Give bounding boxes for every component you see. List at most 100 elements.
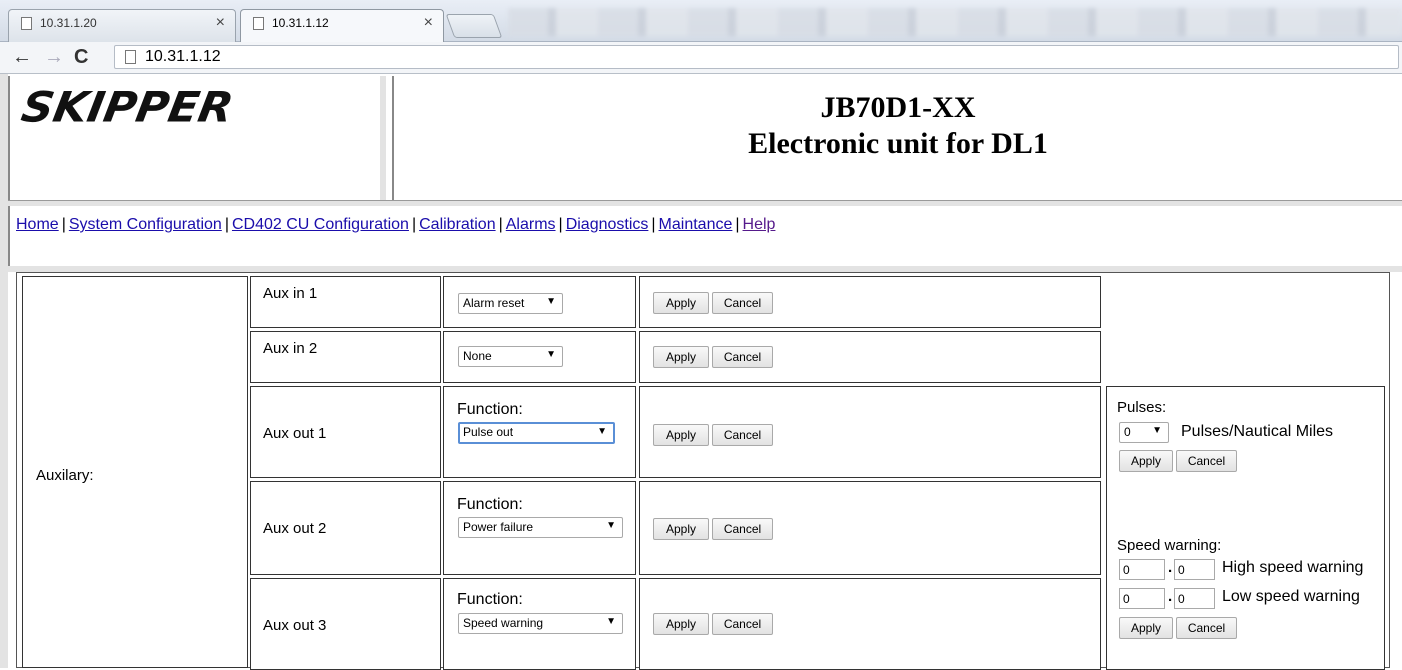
menu-link-home[interactable]: Home <box>16 216 59 233</box>
section-label-cell: Auxilary: <box>22 276 248 668</box>
pulses-cancel-button[interactable]: Cancel <box>1176 450 1237 472</box>
aux-out-1-name-cell: Aux out 1 <box>250 386 441 478</box>
speed-warning-apply-button[interactable]: Apply <box>1119 617 1173 639</box>
aux-out-2-cancel-button[interactable]: Cancel <box>712 518 773 540</box>
pulses-select[interactable]: 0 ▼ <box>1119 422 1169 443</box>
auxilary-label: Auxilary: <box>36 467 94 484</box>
aux-out-3-label: Aux out 3 <box>263 617 327 634</box>
output-settings-cell: Pulses: 0 ▼ Pulses/Nautical Miles Apply … <box>1106 386 1385 670</box>
close-icon[interactable]: × <box>424 14 433 32</box>
menu-link-cd402-cu-configuration[interactable]: CD402 CU Configuration <box>232 216 409 233</box>
aux-in-2-actions-cell: Apply Cancel <box>639 331 1101 383</box>
menu-separator: | <box>61 216 66 233</box>
aux-out-1-actions-cell: Apply Cancel <box>639 386 1101 478</box>
main-menu: Home | System Configuration | CD402 CU Confi… <box>8 206 1402 268</box>
aux-out-3-select[interactable]: Speed warning ▼ <box>458 613 623 634</box>
aux-out-3-function-label: Function: <box>457 591 523 608</box>
menu-separator: | <box>498 216 503 233</box>
aux-out-2-actions-cell: Apply Cancel <box>639 481 1101 575</box>
browser-tab-1[interactable]: 10.31.1.20 × <box>8 9 236 42</box>
menu-link-calibration[interactable]: Calibration <box>419 216 495 233</box>
menu-separator: | <box>411 216 417 233</box>
aux-out-1-select-value: Pulse out <box>463 425 514 439</box>
menu-separator: | <box>651 216 656 233</box>
aux-out-2-select-value: Power failure <box>463 520 534 534</box>
close-icon[interactable]: × <box>216 14 225 32</box>
aux-in-2-select-value: None <box>463 349 492 363</box>
aux-out-3-function-cell: Function: Speed warning ▼ <box>443 578 636 670</box>
browser-tab-title: 10.31.1.12 <box>272 16 329 30</box>
aux-in-1-function-cell: Alarm reset ▼ <box>443 276 636 328</box>
aux-out-3-name-cell: Aux out 3 <box>250 578 441 670</box>
browser-tab-2[interactable]: 10.31.1.12 × <box>240 9 444 42</box>
aux-in-2-cancel-button[interactable]: Cancel <box>712 346 773 368</box>
decimal-point: . <box>1168 559 1173 576</box>
menu-separator: | <box>735 216 740 233</box>
aux-in-2-select[interactable]: None ▼ <box>458 346 563 367</box>
aux-in-1-select[interactable]: Alarm reset ▼ <box>458 293 563 314</box>
logo-frame: SKIPPER <box>8 76 386 200</box>
speed-warning-cancel-button[interactable]: Cancel <box>1176 617 1237 639</box>
title-frame: JB70D1-XX Electronic unit for DL1 <box>392 76 1402 200</box>
blurred-background-window <box>508 8 1402 36</box>
forward-arrow-icon[interactable]: → <box>44 46 64 68</box>
aux-in-1-label: Aux in 1 <box>263 285 318 302</box>
aux-out-1-function-cell: Function: Pulse out ▼ <box>443 386 636 478</box>
aux-out-1-select[interactable]: Pulse out ▼ <box>458 422 615 444</box>
aux-out-1-function-label: Function: <box>457 401 523 418</box>
aux-in-1-apply-button[interactable]: Apply <box>653 292 709 314</box>
aux-out-1-cancel-button[interactable]: Cancel <box>712 424 773 446</box>
skipper-logo: SKIPPER <box>18 82 237 133</box>
back-arrow-icon[interactable]: ← <box>12 46 32 68</box>
high-speed-dec-input[interactable]: 0 <box>1174 559 1215 580</box>
menu-link-alarms[interactable]: Alarms <box>506 216 556 233</box>
pulses-select-value: 0 <box>1124 425 1131 439</box>
aux-out-2-select[interactable]: Power failure ▼ <box>458 517 623 538</box>
menu-link-diagnostics[interactable]: Diagnostics <box>566 216 649 233</box>
pulses-unit-label: Pulses/Nautical Miles <box>1181 423 1334 440</box>
high-speed-int-input[interactable]: 0 <box>1119 559 1165 580</box>
aux-in-2-apply-button[interactable]: Apply <box>653 346 709 368</box>
aux-in-2-label: Aux in 2 <box>263 340 318 357</box>
aux-out-3-apply-button[interactable]: Apply <box>653 613 709 635</box>
dropdown-arrow-icon: ▼ <box>546 296 556 307</box>
browser-tabstrip: 10.31.1.20 × 10.31.1.12 × <box>0 0 1402 42</box>
menu-separator: | <box>224 216 229 233</box>
aux-in-1-cancel-button[interactable]: Cancel <box>712 292 773 314</box>
logo-text: SKIPPER <box>17 83 237 132</box>
dropdown-arrow-icon: ▼ <box>546 349 556 360</box>
pulses-apply-button[interactable]: Apply <box>1119 450 1173 472</box>
browser-tab-title: 10.31.1.20 <box>40 16 97 30</box>
aux-out-3-actions-cell: Apply Cancel <box>639 578 1101 670</box>
aux-out-2-function-label: Function: <box>457 496 523 513</box>
aux-out-1-apply-button[interactable]: Apply <box>653 424 709 446</box>
aux-in-2-function-cell: None ▼ <box>443 331 636 383</box>
aux-out-2-label: Aux out 2 <box>263 520 327 537</box>
menu-link-maintance[interactable]: Maintance <box>659 216 733 233</box>
dropdown-arrow-icon: ▼ <box>606 616 616 627</box>
low-speed-dec-input[interactable]: 0 <box>1174 588 1215 609</box>
aux-in-1-actions-cell: Apply Cancel <box>639 276 1101 328</box>
page-icon <box>125 50 136 64</box>
address-bar[interactable]: 10.31.1.12 <box>114 45 1399 69</box>
aux-out-3-cancel-button[interactable]: Cancel <box>712 613 773 635</box>
page-icon <box>253 17 264 30</box>
menu-separator: | <box>558 216 563 233</box>
menu-link-system-configuration[interactable]: System Configuration <box>69 216 222 233</box>
menu-link-help[interactable]: Help <box>743 216 776 233</box>
aux-out-3-select-value: Speed warning <box>463 616 544 630</box>
aux-in-1-name-cell: Aux in 1 <box>250 276 441 328</box>
new-tab-button[interactable] <box>445 14 503 38</box>
low-speed-int-input[interactable]: 0 <box>1119 588 1165 609</box>
dropdown-arrow-icon: ▼ <box>606 520 616 531</box>
aux-out-1-label: Aux out 1 <box>263 425 327 442</box>
dropdown-arrow-icon: ▼ <box>597 426 607 437</box>
dropdown-arrow-icon: ▼ <box>1152 425 1162 436</box>
reload-icon[interactable]: C <box>74 46 88 68</box>
high-speed-warning-label: High speed warning <box>1222 559 1364 576</box>
browser-toolbar: ← → C 10.31.1.12 <box>0 42 1402 74</box>
aux-in-1-select-value: Alarm reset <box>463 296 525 310</box>
low-speed-warning-label: Low speed warning <box>1222 588 1360 605</box>
aux-out-2-apply-button[interactable]: Apply <box>653 518 709 540</box>
speed-warning-label: Speed warning: <box>1117 537 1222 554</box>
